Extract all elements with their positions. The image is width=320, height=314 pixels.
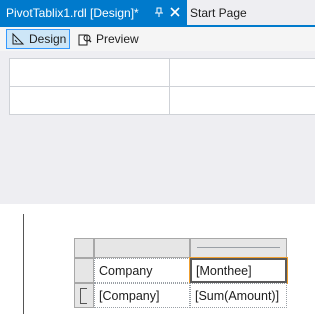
row-group-bracket-icon: [80, 288, 87, 304]
tab-preview[interactable]: Preview: [74, 29, 142, 49]
tab-start-page-label: Start Page: [190, 5, 247, 20]
row-handle-header[interactable]: [74, 258, 94, 283]
ruler-line: [23, 214, 24, 314]
view-tab-bar: Design Preview: [0, 27, 315, 51]
grid-line: [9, 86, 315, 87]
cell-text: [Sum(Amount)]: [195, 288, 280, 303]
grid-line: [169, 58, 170, 115]
tab-preview-label: Preview: [96, 32, 139, 46]
tab-title: PivotTablix1.rdl [Design]*: [6, 5, 139, 20]
column-group-indicator: [197, 247, 280, 248]
column-handle-monthee[interactable]: [190, 238, 287, 258]
tab-design-label: Design: [29, 32, 67, 46]
grid-line: [9, 58, 315, 59]
page-header-grid[interactable]: [9, 58, 315, 115]
grid-line: [9, 58, 10, 115]
grid-line: [9, 114, 315, 115]
tablix-corner-handle[interactable]: [74, 238, 94, 258]
cell-sum-amount[interactable]: [Sum(Amount)]: [190, 283, 287, 308]
tab-start-page[interactable]: Start Page: [187, 0, 247, 25]
cell-text: [Monthee]: [196, 263, 252, 278]
document-tab-strip: PivotTablix1.rdl [Design]* Start Page: [0, 0, 315, 25]
cell-monthee-selected[interactable]: [Monthee]: [189, 257, 288, 284]
pin-icon[interactable]: [153, 6, 165, 18]
tab-pivottablix-design[interactable]: PivotTablix1.rdl [Design]*: [0, 0, 187, 25]
cell-text: [Company]: [99, 288, 160, 303]
row-handle-data[interactable]: [74, 283, 94, 308]
close-icon[interactable]: [169, 6, 181, 18]
tab-design[interactable]: Design: [6, 29, 70, 49]
design-icon: [12, 32, 25, 45]
cell-company-field[interactable]: [Company]: [94, 283, 190, 308]
design-canvas-top: [0, 51, 315, 204]
preview-icon: [78, 34, 92, 46]
cell-company-header[interactable]: Company: [94, 258, 190, 283]
column-handle-company[interactable]: [94, 238, 190, 258]
cell-text: Company: [99, 263, 153, 278]
